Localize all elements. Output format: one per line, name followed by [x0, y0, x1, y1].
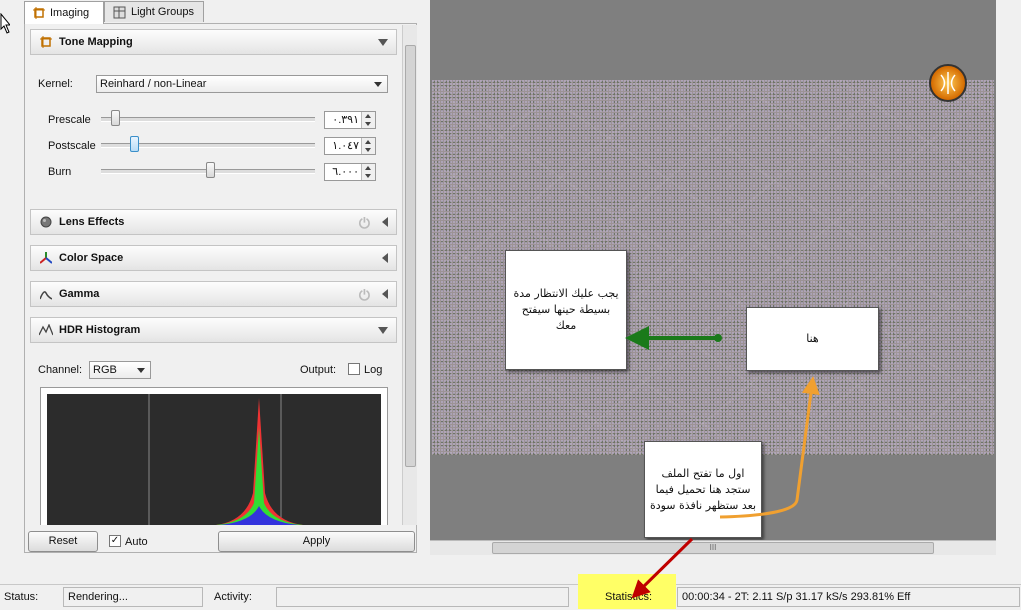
spin-down-icon[interactable] — [365, 148, 371, 152]
note-loading: اول ما تفتح الملف ستجد هنا تحميل فيما بع… — [644, 441, 762, 538]
prescale-slider-handle[interactable] — [111, 110, 121, 126]
prescale-spinbox[interactable]: ٠.٣٩١ — [324, 111, 376, 129]
kernel-label: Kernel: — [38, 78, 73, 90]
burn-spinbox[interactable]: ٦.٠٠٠ — [324, 163, 376, 181]
hdr-histogram-title: HDR Histogram — [59, 324, 141, 336]
collapse-arrow-icon[interactable] — [378, 327, 388, 334]
kernel-select[interactable]: Reinhard / non-Linear — [96, 75, 388, 93]
expand-arrow-icon[interactable] — [382, 217, 388, 227]
imaging-scroll-area: Tone Mapping Kernel: Reinhard / non-Line… — [26, 25, 401, 525]
histogram-graph — [40, 387, 388, 525]
note-wait: يجب عليك الانتظار مدة بسيطة حينها سيفتح … — [505, 250, 627, 370]
prescale-slider[interactable] — [101, 117, 315, 122]
dropdown-caret-icon — [374, 82, 382, 87]
power-icon[interactable]: ⏻ — [359, 287, 370, 304]
spin-down-icon[interactable] — [365, 174, 371, 178]
activity-label: Activity: — [214, 591, 252, 603]
output-label: Output: — [300, 364, 337, 376]
burn-label: Burn — [48, 166, 72, 178]
log-checkbox[interactable] — [348, 363, 360, 375]
gamma-title: Gamma — [59, 288, 100, 300]
lens-effects-header[interactable]: Lens Effects ⏻ — [30, 209, 397, 235]
power-icon[interactable]: ⏻ — [359, 215, 370, 232]
lens-icon — [39, 215, 53, 229]
postscale-spinbox[interactable]: ١.٠٤٧ — [324, 137, 376, 155]
gamma-header[interactable]: Gamma ⏻ — [30, 281, 397, 307]
postscale-value: ١.٠٤٧ — [332, 140, 359, 152]
note-here: هنا — [746, 307, 879, 371]
color-space-header[interactable]: Color Space — [30, 245, 397, 271]
right-edge — [996, 0, 1021, 580]
tab-light-groups[interactable]: Light Groups — [104, 1, 204, 22]
expand-arrow-icon[interactable] — [382, 253, 388, 263]
tone-mapping-header[interactable]: Tone Mapping — [30, 29, 397, 55]
imaging-panel: Tone Mapping Kernel: Reinhard / non-Line… — [24, 23, 417, 553]
imaging-vertical-scrollbar[interactable] — [402, 25, 417, 525]
tab-bar: Imaging Light Groups — [0, 0, 428, 24]
mouse-cursor-icon — [0, 13, 10, 34]
tab-imaging[interactable]: Imaging — [24, 1, 104, 24]
channel-value: RGB — [93, 364, 117, 376]
tone-mapping-icon — [39, 35, 53, 49]
tab-imaging-label: Imaging — [50, 7, 90, 19]
color-space-icon — [39, 251, 53, 265]
collapse-arrow-icon[interactable] — [378, 39, 388, 46]
tab-light-groups-label: Light Groups — [131, 6, 194, 18]
reset-button[interactable]: Reset — [28, 531, 98, 552]
spin-up-icon[interactable] — [365, 140, 371, 144]
burn-slider-handle[interactable] — [205, 162, 215, 178]
postscale-label: Postscale — [48, 140, 96, 152]
hdr-histogram-header[interactable]: HDR Histogram — [30, 317, 397, 343]
status-label: Status: — [4, 591, 39, 603]
tone-mapping-title: Tone Mapping — [59, 36, 133, 48]
burn-spin-buttons[interactable] — [361, 164, 375, 180]
imaging-icon — [33, 7, 45, 19]
channel-select[interactable]: RGB — [89, 361, 151, 379]
spin-up-icon[interactable] — [365, 114, 371, 118]
luxrender-logo-icon — [929, 64, 967, 102]
scrollbar-thumb[interactable] — [405, 45, 416, 467]
statistics-value: 00:00:34 - 2T: 2.11 S/p 31.17 kS/s 293.8… — [677, 587, 1020, 607]
channel-label: Channel: — [38, 364, 83, 376]
expand-arrow-icon[interactable] — [382, 289, 388, 299]
light-groups-icon — [113, 6, 126, 18]
postscale-spin-buttons[interactable] — [361, 138, 375, 154]
kernel-value: Reinhard / non-Linear — [100, 78, 207, 90]
status-value: Rendering... — [63, 587, 203, 607]
viewport-horizontal-scrollbar[interactable]: III — [430, 540, 996, 555]
auto-label: Auto — [125, 536, 148, 548]
histogram-icon — [39, 323, 53, 337]
postscale-slider-handle[interactable] — [129, 136, 139, 152]
histogram-plot — [47, 394, 381, 525]
prescale-label: Prescale — [48, 114, 91, 126]
spin-down-icon[interactable] — [365, 122, 371, 126]
scrollbar-thumb[interactable]: III — [492, 542, 934, 554]
gamma-icon — [39, 287, 53, 301]
status-bar: Status: Rendering... Activity: Statistic… — [0, 574, 1021, 610]
lens-effects-title: Lens Effects — [59, 216, 125, 228]
prescale-spin-buttons[interactable] — [361, 112, 375, 128]
apply-button[interactable]: Apply — [218, 531, 415, 552]
prescale-value: ٠.٣٩١ — [332, 114, 359, 126]
statistics-label: Statistics: — [605, 591, 653, 603]
burn-value: ٦.٠٠٠ — [332, 166, 359, 178]
auto-checkbox[interactable]: ✓ — [109, 535, 121, 547]
spin-up-icon[interactable] — [365, 166, 371, 170]
dropdown-caret-icon — [137, 368, 145, 373]
activity-progress — [276, 587, 569, 607]
render-viewport[interactable]: يجب عليك الانتظار مدة بسيطة حينها سيفتح … — [430, 0, 996, 540]
color-space-title: Color Space — [59, 252, 124, 264]
log-label: Log — [364, 364, 383, 376]
